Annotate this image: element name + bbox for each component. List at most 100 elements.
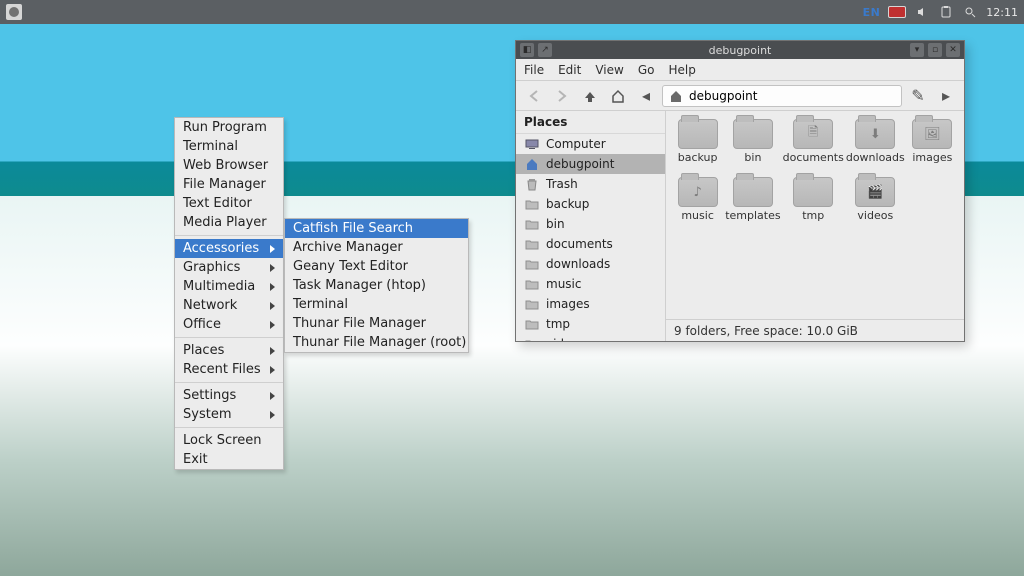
battery-icon[interactable]: [888, 6, 906, 18]
folder-label: documents: [783, 151, 844, 164]
path-edit-icon[interactable]: ✎: [906, 85, 930, 107]
folder-icon: [524, 256, 540, 272]
close-icon[interactable]: ✕: [946, 43, 960, 57]
menu-run-program[interactable]: Run Program: [175, 118, 283, 137]
menu-terminal[interactable]: Terminal: [175, 137, 283, 156]
menubar-edit[interactable]: Edit: [558, 63, 581, 77]
menu-group-launchers: Run Program Terminal Web Browser File Ma…: [175, 118, 283, 232]
panel-right: EN 12:11: [863, 4, 1018, 20]
sidebar-item-backup[interactable]: backup: [516, 194, 665, 214]
menu-multimedia[interactable]: Multimedia: [175, 277, 283, 296]
menubar-go[interactable]: Go: [638, 63, 655, 77]
menu-separator: [175, 235, 283, 236]
folder-images[interactable]: 🖼images: [907, 119, 958, 175]
folder-downloads[interactable]: ⬇downloads: [846, 119, 905, 175]
file-manager-window: ◧ ↗ debugpoint ▾ ▫ ✕ File Edit View Go H…: [515, 40, 965, 342]
sidebar-item-label: tmp: [546, 317, 570, 331]
sidebar-item-label: Computer: [546, 137, 606, 151]
menu-places[interactable]: Places: [175, 341, 283, 360]
icon-view[interactable]: backupbin🗎documents⬇downloads🖼images ♪mus…: [666, 111, 964, 319]
folder-videos[interactable]: 🎬 videos: [846, 177, 905, 233]
minimize-icon[interactable]: ▾: [910, 43, 924, 57]
submenu-thunar-root[interactable]: Thunar File Manager (root): [285, 333, 468, 352]
submenu-task-manager[interactable]: Task Manager (htop): [285, 276, 468, 295]
menu-text-editor[interactable]: Text Editor: [175, 194, 283, 213]
menu-graphics[interactable]: Graphics: [175, 258, 283, 277]
menu-system[interactable]: System: [175, 405, 283, 424]
sidebar-item-label: backup: [546, 197, 589, 211]
folder-backup[interactable]: backup: [672, 119, 723, 175]
sidebar-item-images[interactable]: images: [516, 294, 665, 314]
sidebar-item-downloads[interactable]: downloads: [516, 254, 665, 274]
folder-icon: [793, 177, 833, 207]
window-titlebar[interactable]: ◧ ↗ debugpoint ▾ ▫ ✕: [516, 41, 964, 59]
sidebar-item-bin[interactable]: bin: [516, 214, 665, 234]
menubar-file[interactable]: File: [524, 63, 544, 77]
clipboard-icon[interactable]: [938, 4, 954, 20]
sidebar-item-label: downloads: [546, 257, 610, 271]
sidebar-item-computer[interactable]: Computer: [516, 134, 665, 154]
nav-home-icon[interactable]: [606, 85, 630, 107]
path-history-forward-icon[interactable]: ▸: [934, 85, 958, 107]
trash-icon: [524, 176, 540, 192]
path-history-back-icon[interactable]: ◂: [634, 85, 658, 107]
locale-indicator[interactable]: EN: [863, 6, 881, 19]
path-bar[interactable]: debugpoint: [662, 85, 902, 107]
folder-templates[interactable]: templates: [725, 177, 780, 233]
folder-icon: [524, 296, 540, 312]
launcher-icon[interactable]: [6, 4, 22, 20]
titlebar-right-buttons: ▾ ▫ ✕: [910, 43, 960, 57]
fm-sidebar: Places ComputerdebugpointTrashbackupbind…: [516, 111, 666, 341]
nav-back-icon[interactable]: [522, 85, 546, 107]
folder-icon: 🎬: [855, 177, 895, 207]
window-menu-icon[interactable]: ◧: [520, 43, 534, 57]
window-title: debugpoint: [709, 44, 772, 57]
menubar-help[interactable]: Help: [668, 63, 695, 77]
menu-separator: [175, 382, 283, 383]
menu-media-player[interactable]: Media Player: [175, 213, 283, 232]
submenu-thunar[interactable]: Thunar File Manager: [285, 314, 468, 333]
folder-music[interactable]: ♪music: [672, 177, 723, 233]
menu-file-manager[interactable]: File Manager: [175, 175, 283, 194]
submenu-terminal[interactable]: Terminal: [285, 295, 468, 314]
sidebar-header: Places: [516, 111, 665, 134]
folder-tmp[interactable]: tmp: [783, 177, 844, 233]
folder-icon: [524, 216, 540, 232]
nav-forward-icon[interactable]: [550, 85, 574, 107]
search-icon[interactable]: [962, 4, 978, 20]
sidebar-item-trash[interactable]: Trash: [516, 174, 665, 194]
top-panel: EN 12:11: [0, 0, 1024, 24]
computer-icon: [524, 136, 540, 152]
clock[interactable]: 12:11: [986, 6, 1018, 19]
sidebar-item-music[interactable]: music: [516, 274, 665, 294]
menubar-view[interactable]: View: [595, 63, 623, 77]
sidebar-item-debugpoint[interactable]: debugpoint: [516, 154, 665, 174]
maximize-icon[interactable]: ▫: [928, 43, 942, 57]
folder-label: videos: [857, 209, 893, 222]
path-segment[interactable]: debugpoint: [689, 89, 757, 103]
menu-lock-screen[interactable]: Lock Screen: [175, 431, 283, 450]
submenu-geany[interactable]: Geany Text Editor: [285, 257, 468, 276]
menu-network[interactable]: Network: [175, 296, 283, 315]
menu-settings[interactable]: Settings: [175, 386, 283, 405]
folder-documents[interactable]: 🗎documents: [783, 119, 844, 175]
sidebar-item-tmp[interactable]: tmp: [516, 314, 665, 334]
menu-office[interactable]: Office: [175, 315, 283, 334]
submenu-catfish[interactable]: Catfish File Search: [285, 219, 468, 238]
sidebar-item-label: images: [546, 297, 590, 311]
audio-icon[interactable]: [914, 4, 930, 20]
menu-exit[interactable]: Exit: [175, 450, 283, 469]
sidebar-item-videos[interactable]: videos: [516, 334, 665, 341]
menu-web-browser[interactable]: Web Browser: [175, 156, 283, 175]
folder-icon: [524, 196, 540, 212]
submenu-archive-manager[interactable]: Archive Manager: [285, 238, 468, 257]
sidebar-item-label: Trash: [546, 177, 578, 191]
folder-bin[interactable]: bin: [725, 119, 780, 175]
nav-up-icon[interactable]: [578, 85, 602, 107]
menu-accessories[interactable]: Accessories: [175, 239, 283, 258]
folder-emblem-icon: ⬇: [856, 120, 894, 148]
sidebar-item-label: videos: [546, 337, 585, 341]
window-stick-icon[interactable]: ↗: [538, 43, 552, 57]
menu-recent-files[interactable]: Recent Files: [175, 360, 283, 379]
sidebar-item-documents[interactable]: documents: [516, 234, 665, 254]
